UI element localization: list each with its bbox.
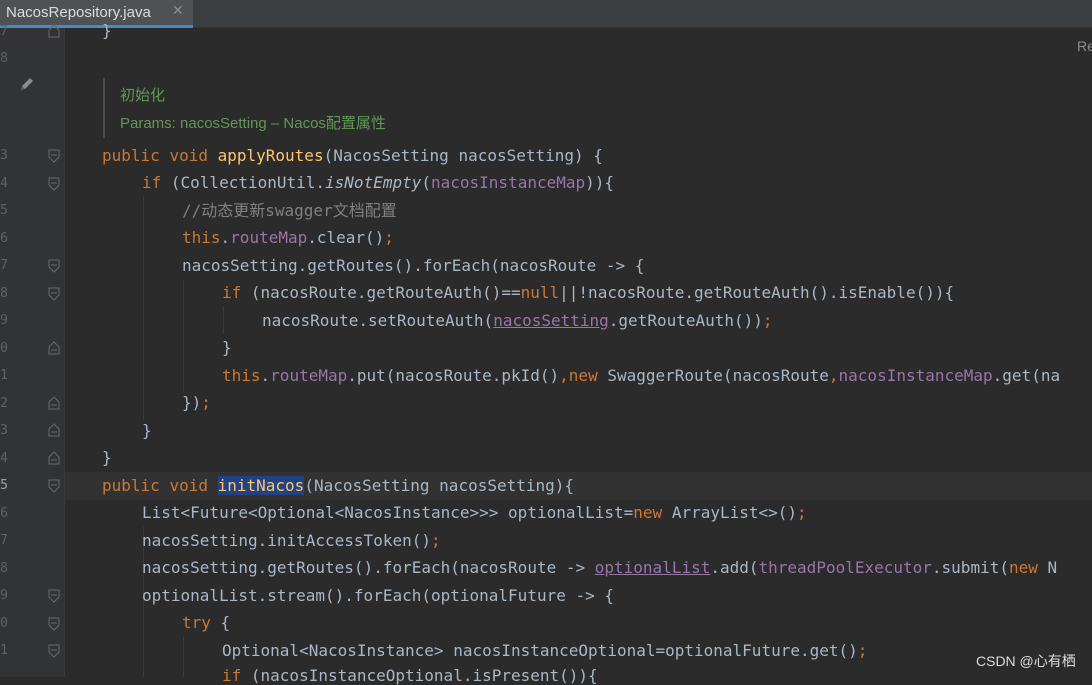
code-line[interactable]: nacosSetting.initAccessToken();	[142, 532, 441, 550]
code-line[interactable]: }	[102, 449, 112, 467]
line-number: 0	[0, 616, 8, 631]
line-number: 8	[0, 51, 8, 66]
code-line[interactable]: try {	[182, 614, 230, 632]
editor-tab-bar: NacosRepository.java ✕	[0, 0, 1092, 28]
line-number: 6	[0, 231, 8, 246]
fold-start-icon[interactable]	[48, 479, 60, 493]
line-number: 3	[0, 423, 8, 438]
code-line[interactable]: }	[102, 22, 112, 40]
fold-end-icon[interactable]	[48, 423, 60, 437]
code-line[interactable]: nacosSetting.getRoutes().forEach(nacosRo…	[142, 559, 1057, 577]
reader-mode-label[interactable]: Re	[1077, 38, 1092, 54]
line-number: 1	[0, 643, 8, 658]
edit-doc-icon[interactable]	[19, 76, 35, 96]
fold-start-icon[interactable]	[48, 177, 60, 191]
current-line-number: 5	[0, 478, 8, 493]
selected-identifier[interactable]: initNacos	[217, 476, 305, 495]
code-line[interactable]: List<Future<Optional<NacosInstance>>> op…	[142, 504, 807, 522]
code-line[interactable]: if (CollectionUtil.isNotEmpty(nacosInsta…	[142, 174, 614, 192]
fold-end-icon[interactable]	[48, 24, 60, 38]
doc-comment-title: 初始化	[120, 87, 166, 104]
line-number: 2	[0, 396, 8, 411]
code-line[interactable]: }	[222, 339, 232, 357]
line-number: 7	[0, 24, 8, 39]
code-line[interactable]: public void initNacos(NacosSetting nacos…	[102, 476, 574, 495]
fold-start-icon[interactable]	[48, 617, 60, 631]
fold-start-icon[interactable]	[48, 644, 60, 658]
fold-start-icon[interactable]	[48, 589, 60, 603]
doc-comment-params: Params: nacosSetting – Nacos配置属性	[120, 115, 386, 132]
line-number: 5	[0, 203, 8, 218]
line-number: 7	[0, 533, 8, 548]
fold-end-icon[interactable]	[48, 396, 60, 410]
indent-guide	[223, 306, 224, 334]
fold-start-icon[interactable]	[48, 287, 60, 301]
fold-start-icon[interactable]	[48, 259, 60, 273]
tab-nacos-repository[interactable]: NacosRepository.java ✕	[0, 0, 193, 28]
code-line[interactable]: this.routeMap.put(nacosRoute.pkId(),new …	[222, 367, 1060, 385]
line-number: 7	[0, 258, 8, 273]
doc-comment-bar	[103, 78, 105, 138]
line-number: 6	[0, 506, 8, 521]
indent-guide	[183, 280, 184, 392]
gutter-divider	[64, 28, 65, 677]
watermark: CSDN @心有栖	[976, 653, 1076, 669]
code-line[interactable]: nacosSetting.getRoutes().forEach(nacosRo…	[182, 257, 644, 275]
fold-end-icon[interactable]	[48, 341, 60, 355]
code-line[interactable]: Optional<NacosInstance> nacosInstanceOpt…	[222, 642, 867, 660]
line-number: 1	[0, 368, 8, 383]
fold-end-icon[interactable]	[48, 451, 60, 465]
code-line[interactable]: public void applyRoutes(NacosSetting nac…	[102, 147, 603, 165]
line-number: 0	[0, 341, 8, 356]
line-number: 3	[0, 148, 8, 163]
code-comment[interactable]: //动态更新swagger文档配置	[182, 202, 397, 220]
line-number: 4	[0, 176, 8, 191]
code-line[interactable]: nacosRoute.setRouteAuth(nacosSetting.get…	[262, 312, 773, 330]
line-number: 4	[0, 451, 8, 466]
line-number: 8	[0, 286, 8, 301]
code-line[interactable]: });	[182, 394, 211, 412]
code-line[interactable]: if (nacosInstanceOptional.isPresent()){	[222, 667, 598, 685]
indent-guide	[143, 196, 144, 420]
indent-guide	[183, 637, 184, 677]
code-line[interactable]: optionalList.stream().forEach(optionalFu…	[142, 587, 614, 605]
fold-start-icon[interactable]	[48, 149, 60, 163]
line-number: 8	[0, 561, 8, 576]
close-icon[interactable]: ✕	[172, 3, 184, 19]
code-line[interactable]: if (nacosRoute.getRouteAuth()==null||!na…	[222, 284, 954, 302]
code-line[interactable]: }	[142, 422, 152, 440]
line-number: 9	[0, 313, 8, 328]
tab-label: NacosRepository.java	[6, 4, 151, 21]
code-line[interactable]: this.routeMap.clear();	[182, 229, 394, 247]
line-number: 9	[0, 588, 8, 603]
